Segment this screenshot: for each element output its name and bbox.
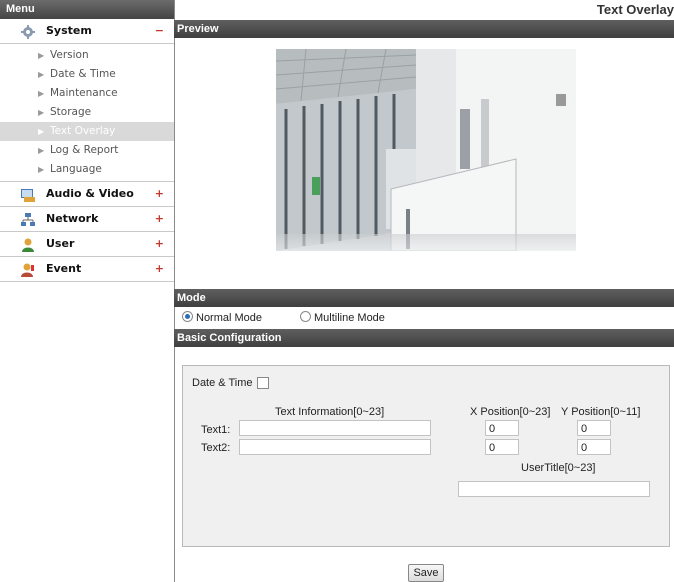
expand-toggle-icon[interactable]: + xyxy=(155,257,164,281)
multiline-mode-radio[interactable]: Multiline Mode xyxy=(300,307,385,329)
system-submenu: ▶ Version ▶ Date & Time ▶ Maintenance ▶ Stor… xyxy=(0,44,174,182)
user-icon xyxy=(21,237,35,252)
submenu-item-label: Maintenance xyxy=(50,87,118,99)
menu-section-label: Network xyxy=(46,212,99,225)
usertitle-input[interactable] xyxy=(458,481,650,497)
menu-section-label: User xyxy=(46,237,75,250)
radio-unchecked-icon[interactable] xyxy=(300,311,311,322)
submenu-item-text-overlay[interactable]: ▶ Text Overlay xyxy=(0,122,174,141)
basic-config-panel: Date & Time Text Information[0~23] X Pos… xyxy=(182,365,670,547)
submenu-item-label: Version xyxy=(50,49,89,61)
submenu-item-label: Log & Report xyxy=(50,144,119,156)
text-info-header: Text Information[0~23] xyxy=(275,406,385,418)
menu-section-user[interactable]: User + xyxy=(0,232,174,257)
mode-heading: Mode xyxy=(174,289,674,307)
usertitle-label: UserTitle[0~23] xyxy=(521,462,596,474)
radio-checked-icon[interactable] xyxy=(182,311,193,322)
normal-mode-label: Normal Mode xyxy=(196,312,263,324)
submenu-item-date-time[interactable]: ▶ Date & Time xyxy=(0,65,174,84)
submenu-item-version[interactable]: ▶ Version xyxy=(0,46,174,65)
menu-section-label: Audio & Video xyxy=(46,187,134,200)
text1-input[interactable] xyxy=(239,420,431,436)
expand-toggle-icon[interactable]: + xyxy=(155,207,164,231)
menu-section-audio-video[interactable]: Audio & Video + xyxy=(0,182,174,207)
arrow-right-icon: ▶ xyxy=(38,127,45,136)
audio-video-icon xyxy=(21,187,35,202)
basic-config-heading: Basic Configuration xyxy=(174,329,674,347)
submenu-item-label: Text Overlay xyxy=(50,125,116,137)
expand-toggle-icon[interactable]: + xyxy=(155,182,164,206)
page-title: Text Overlay xyxy=(596,2,674,17)
text2-x-position-input[interactable]: 0 xyxy=(485,439,519,455)
date-time-label: Date & Time xyxy=(192,377,253,389)
menu-section-label: System xyxy=(46,24,92,37)
submenu-item-language[interactable]: ▶ Language xyxy=(0,160,174,179)
submenu-item-label: Storage xyxy=(50,106,92,118)
menu-section-label: Event xyxy=(46,262,82,275)
camera-preview-image xyxy=(276,49,576,251)
preview-heading: Preview xyxy=(174,20,674,38)
sidebar-menu: Menu System − ▶ Version ▶ Date & Time ▶ Mai… xyxy=(0,0,175,582)
normal-mode-radio[interactable]: Normal Mode xyxy=(182,311,263,324)
text1-y-position-input[interactable]: 0 xyxy=(577,420,611,436)
text2-y-position-input[interactable]: 0 xyxy=(577,439,611,455)
text2-input[interactable] xyxy=(239,439,431,455)
arrow-right-icon: ▶ xyxy=(38,70,45,79)
arrow-right-icon: ▶ xyxy=(38,165,45,174)
collapse-toggle-icon[interactable]: − xyxy=(155,19,164,43)
submenu-item-maintenance[interactable]: ▶ Maintenance xyxy=(0,84,174,103)
mode-row: Normal Mode Multiline Mode xyxy=(174,307,674,329)
text2-label: Text2: xyxy=(201,442,231,454)
text1-label: Text1: xyxy=(201,424,231,436)
submenu-item-storage[interactable]: ▶ Storage xyxy=(0,103,174,122)
menu-section-network[interactable]: Network + xyxy=(0,207,174,232)
submenu-item-label: Language xyxy=(50,163,102,175)
arrow-right-icon: ▶ xyxy=(38,89,45,98)
date-time-checkbox[interactable] xyxy=(257,377,269,389)
network-icon xyxy=(21,212,35,226)
menu-header: Menu xyxy=(0,0,174,19)
system-gear-icon xyxy=(21,24,35,39)
x-position-header: X Position[0~23] xyxy=(470,406,551,418)
event-icon xyxy=(21,262,35,277)
expand-toggle-icon[interactable]: + xyxy=(155,232,164,256)
multiline-mode-label: Multiline Mode xyxy=(314,312,385,324)
arrow-right-icon: ▶ xyxy=(38,146,45,155)
submenu-item-label: Date & Time xyxy=(50,68,116,80)
submenu-item-log-report[interactable]: ▶ Log & Report xyxy=(0,141,174,160)
arrow-right-icon: ▶ xyxy=(38,51,45,60)
save-button[interactable]: Save xyxy=(408,564,444,582)
menu-section-system[interactable]: System − xyxy=(0,19,174,44)
text1-x-position-input[interactable]: 0 xyxy=(485,420,519,436)
preview-area xyxy=(174,38,674,289)
arrow-right-icon: ▶ xyxy=(38,108,45,117)
y-position-header: Y Position[0~11] xyxy=(561,406,641,418)
menu-section-event[interactable]: Event + xyxy=(0,257,174,282)
